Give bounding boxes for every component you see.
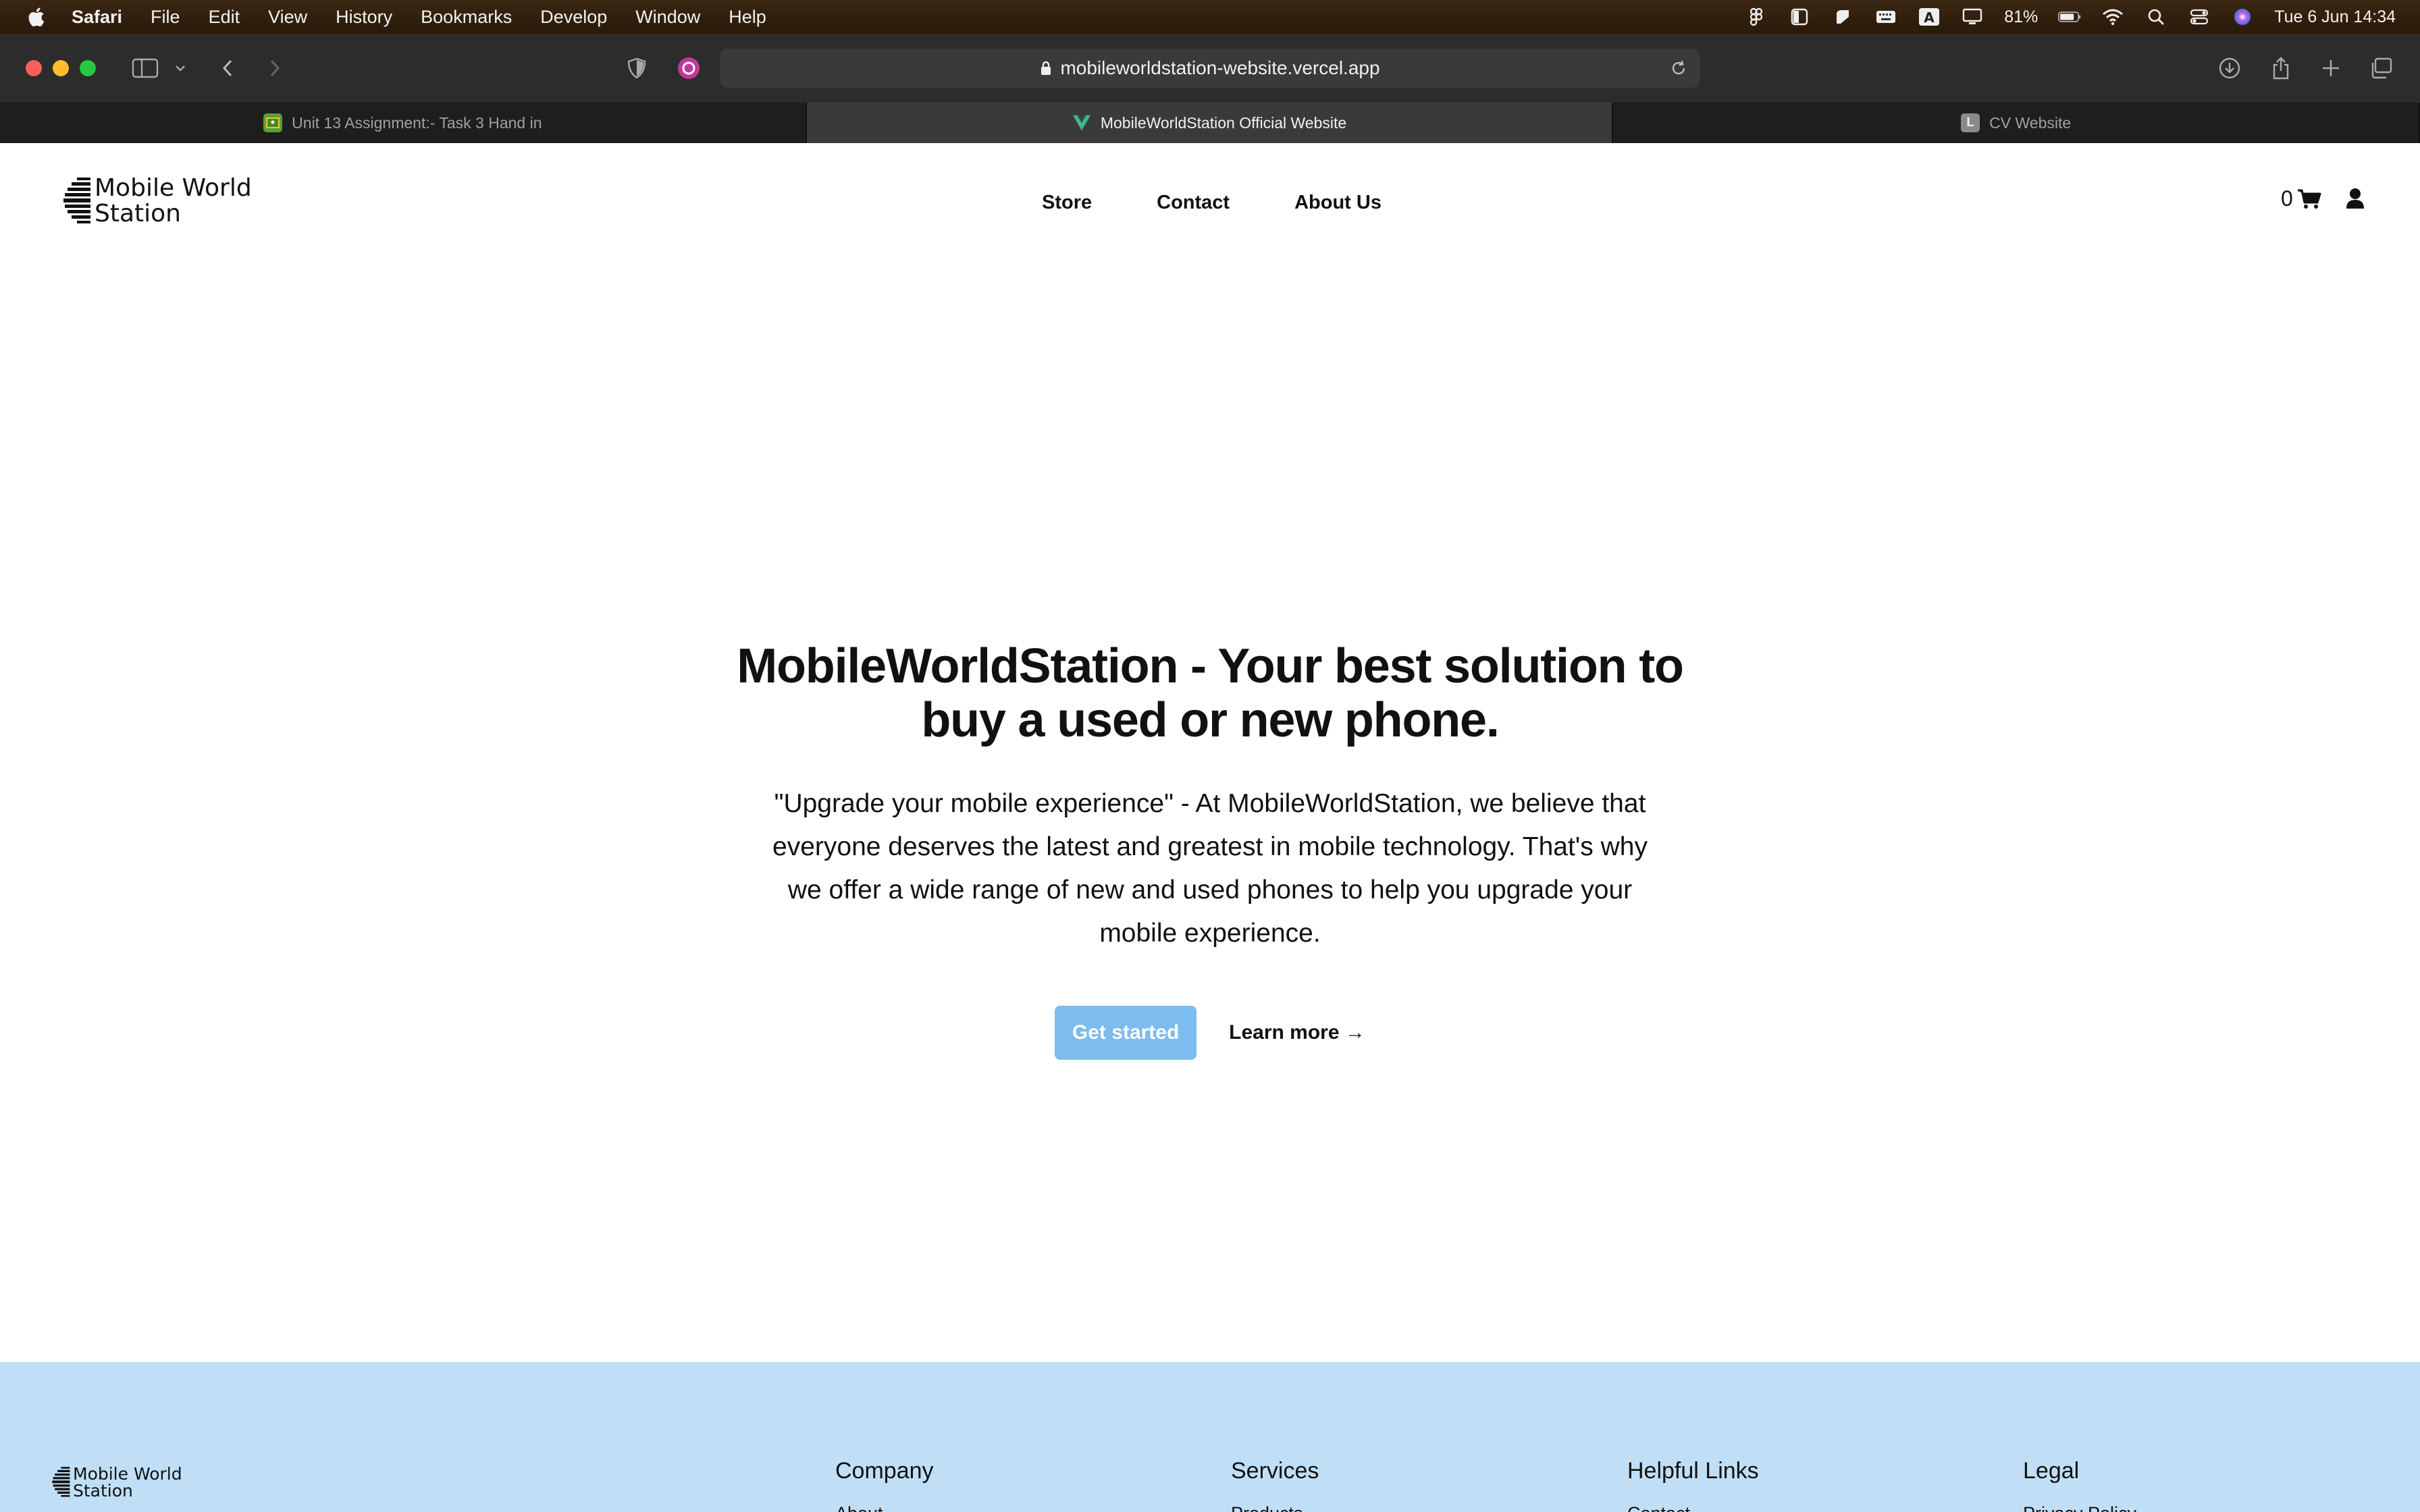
menu-app-safari[interactable]: Safari [72, 7, 122, 28]
svg-text:A: A [1924, 9, 1935, 26]
display-icon[interactable] [1961, 7, 1984, 27]
address-bar[interactable]: mobileworldstation-website.vercel.app [720, 49, 1700, 88]
chevron-down-icon[interactable] [173, 54, 188, 82]
hero-cta-group: Get started Learn more → [0, 1006, 2420, 1060]
sidebar-toggle-icon[interactable] [130, 54, 161, 82]
share-icon[interactable] [2267, 54, 2294, 82]
logo-mark-icon [62, 173, 93, 230]
footer-legal-link[interactable]: Privacy Policy [2023, 1503, 2136, 1512]
spotlight-search-icon[interactable] [2145, 7, 2167, 27]
lock-icon [1040, 60, 1052, 76]
cart-button[interactable]: 0 [2281, 186, 2321, 211]
apple-menu-icon[interactable] [27, 7, 46, 27]
cv-favicon-icon: L [1961, 113, 1980, 132]
footer-services-link[interactable]: Products [1231, 1503, 1319, 1512]
user-account-icon[interactable] [2346, 188, 2365, 213]
tab-bar: Unit 13 Assignment:- Task 3 Hand in Mobi… [0, 103, 2420, 143]
back-arrow-icon[interactable] [217, 54, 238, 82]
window-close-button[interactable] [26, 60, 42, 76]
footer-logo-line1: Mobile World [73, 1464, 182, 1484]
privacy-shield-icon[interactable] [625, 54, 648, 82]
reload-icon[interactable] [1669, 59, 1688, 82]
classroom-favicon-icon [263, 113, 283, 132]
vue-favicon-icon [1072, 113, 1091, 132]
menu-history[interactable]: History [336, 7, 392, 28]
tab-unit13-assignment[interactable]: Unit 13 Assignment:- Task 3 Hand in [0, 103, 807, 143]
footer-helpful-links-column: Helpful Links Contact [1627, 1458, 1759, 1512]
site-logo[interactable]: Mobile World Station [62, 173, 252, 230]
battery-percentage: 81% [2004, 7, 2038, 26]
get-started-button[interactable]: Get started [1055, 1006, 1197, 1060]
nav-store-link[interactable]: Store [1042, 192, 1092, 214]
footer-legal-heading: Legal [2023, 1458, 2080, 1484]
footer-logo[interactable]: Mobile World Station [51, 1462, 182, 1503]
tab-cv-website[interactable]: L CV Website [1613, 103, 2420, 143]
site-footer: Mobile World Station Company About Servi… [0, 1362, 2420, 1512]
nav-about-us-link[interactable]: About Us [1294, 192, 1382, 214]
menu-edit[interactable]: Edit [209, 7, 240, 28]
footer-legal-column: Legal Privacy Policy [2023, 1458, 2136, 1512]
menu-file[interactable]: File [151, 7, 180, 28]
hero-section: MobileWorldStation - Your best solution … [729, 639, 1691, 955]
url-text: mobileworldstation-website.vercel.app [1060, 57, 1380, 78]
main-nav: Store Contact About Us [1042, 192, 1382, 214]
site-header: Mobile World Station Store Contact About… [0, 143, 2420, 258]
web-page: Mobile World Station Store Contact About… [0, 143, 2420, 1512]
footer-helpful-link[interactable]: Contact [1627, 1503, 1759, 1512]
new-tab-plus-icon[interactable] [2317, 54, 2344, 82]
hero-description: "Upgrade your mobile experience" - At Mo… [772, 789, 1648, 948]
cart-count: 0 [2281, 186, 2293, 211]
menu-develop[interactable]: Develop [540, 7, 607, 28]
footer-helpful-links-heading: Helpful Links [1627, 1458, 1759, 1484]
tab-overview-icon[interactable] [2367, 54, 2394, 82]
notes-app-icon[interactable] [1831, 7, 1854, 27]
control-center-icon[interactable] [2188, 7, 2211, 27]
footer-company-column: Company About [835, 1458, 934, 1512]
macos-menubar: Safari File Edit View History Bookmarks … [0, 0, 2420, 34]
menubar-clock[interactable]: Tue 6 Jun 14:34 [2274, 7, 2396, 27]
logo-text-line1: Mobile World [95, 174, 252, 202]
battery-icon[interactable] [2058, 7, 2081, 27]
menu-view[interactable]: View [268, 7, 307, 28]
tab-title: MobileWorldStation Official Website [1100, 113, 1347, 132]
figma-icon[interactable] [1745, 7, 1768, 27]
tab-title: Unit 13 Assignment:- Task 3 Hand in [292, 113, 542, 132]
input-source-icon[interactable]: A [1918, 7, 1941, 27]
hero-title: MobileWorldStation - Your best solution … [737, 639, 1684, 747]
nav-contact-link[interactable]: Contact [1157, 192, 1230, 214]
siri-icon[interactable] [2231, 7, 2254, 27]
menu-bookmarks[interactable]: Bookmarks [421, 7, 512, 28]
footer-company-link[interactable]: About [835, 1503, 934, 1512]
window-zoom-button[interactable] [80, 60, 96, 76]
footer-services-heading: Services [1231, 1458, 1319, 1484]
logo-text-line2: Station [95, 200, 181, 227]
sidebar-app-icon[interactable] [1788, 7, 1811, 27]
extension-icon[interactable] [675, 54, 702, 82]
browser-toolbar: mobileworldstation-website.vercel.app [0, 34, 2420, 103]
menu-help[interactable]: Help [729, 7, 766, 28]
footer-company-heading: Company [835, 1458, 934, 1484]
keyboard-icon[interactable] [1874, 7, 1897, 27]
footer-logo-line2: Station [73, 1481, 133, 1501]
footer-services-column: Services Products [1231, 1458, 1319, 1512]
tab-title: CV Website [1989, 113, 2072, 132]
window-minimize-button[interactable] [53, 60, 69, 76]
footer-logo-mark-icon [51, 1462, 72, 1503]
wifi-icon[interactable] [2101, 7, 2124, 27]
learn-more-link[interactable]: Learn more → [1229, 1021, 1365, 1044]
cart-icon [2297, 188, 2321, 210]
downloads-icon[interactable] [2216, 54, 2243, 82]
menu-window[interactable]: Window [635, 7, 700, 28]
forward-arrow-icon[interactable] [265, 54, 285, 82]
tab-mobileworldstation[interactable]: MobileWorldStation Official Website [806, 103, 1614, 143]
